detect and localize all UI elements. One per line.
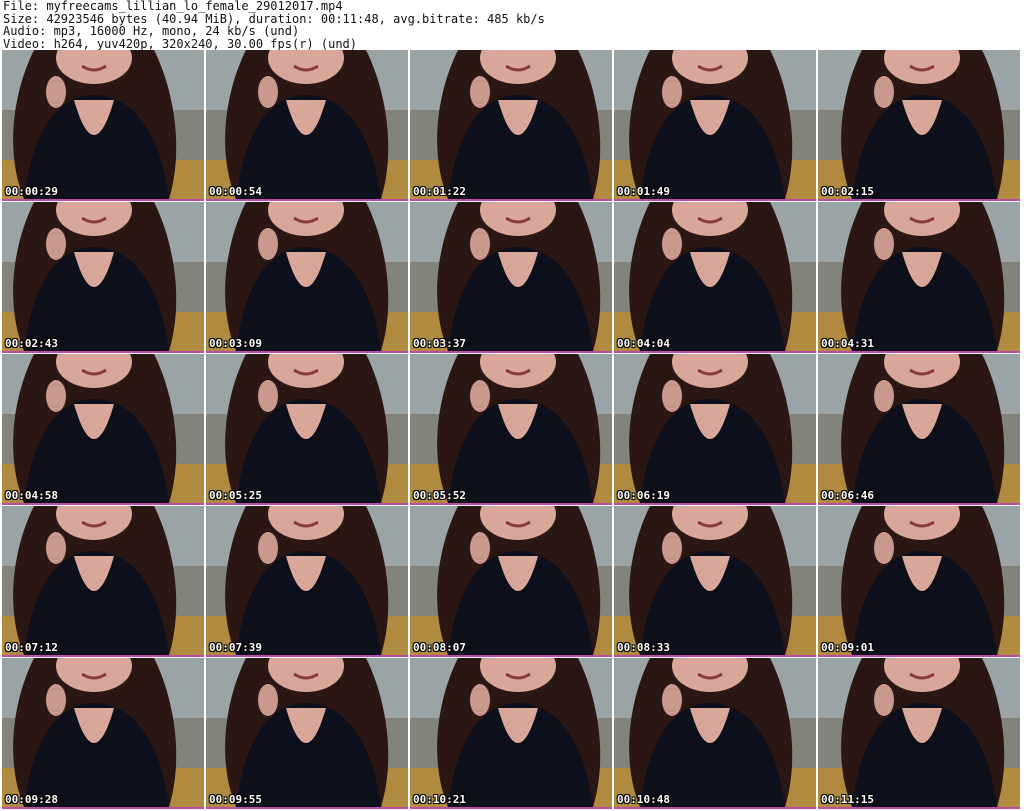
frame-image bbox=[818, 354, 1020, 503]
video-thumbnail[interactable]: 00:01:22 bbox=[410, 50, 612, 201]
timestamp-label: 00:06:46 bbox=[821, 489, 874, 502]
frame-image bbox=[410, 202, 612, 351]
video-thumbnail[interactable]: 00:05:52 bbox=[410, 354, 612, 505]
timestamp-label: 00:00:54 bbox=[209, 185, 262, 198]
timestamp-label: 00:08:33 bbox=[617, 641, 670, 654]
video-thumbnail[interactable]: 00:02:15 bbox=[818, 50, 1020, 201]
file-info-header: File: myfreecams_lillian_lo_female_29012… bbox=[3, 0, 1021, 50]
timestamp-label: 00:01:22 bbox=[413, 185, 466, 198]
frame-image bbox=[2, 354, 204, 503]
timestamp-label: 00:04:31 bbox=[821, 337, 874, 350]
video-thumbnail[interactable]: 00:11:15 bbox=[818, 658, 1020, 809]
video-thumbnail[interactable]: 00:09:01 bbox=[818, 506, 1020, 657]
frame-image bbox=[818, 202, 1020, 351]
video-thumbnail[interactable]: 00:06:19 bbox=[614, 354, 816, 505]
timestamp-label: 00:01:49 bbox=[617, 185, 670, 198]
timestamp-label: 00:00:29 bbox=[5, 185, 58, 198]
timestamp-label: 00:11:15 bbox=[821, 793, 874, 806]
frame-image bbox=[614, 506, 816, 655]
frame-image bbox=[410, 354, 612, 503]
frame-image bbox=[206, 50, 408, 199]
frame-image bbox=[614, 50, 816, 199]
thumbnail-grid: 00:00:29 00:00:54 00:01:22 00:01:49 00:02:15… bbox=[0, 50, 1024, 811]
frame-image bbox=[206, 506, 408, 655]
frame-image bbox=[2, 50, 204, 199]
frame-image bbox=[206, 354, 408, 503]
video-thumbnail[interactable]: 00:05:25 bbox=[206, 354, 408, 505]
frame-image bbox=[818, 658, 1020, 807]
timestamp-label: 00:09:01 bbox=[821, 641, 874, 654]
timestamp-label: 00:02:43 bbox=[5, 337, 58, 350]
timestamp-label: 00:04:04 bbox=[617, 337, 670, 350]
frame-image bbox=[614, 202, 816, 351]
video-thumbnail[interactable]: 00:08:07 bbox=[410, 506, 612, 657]
timestamp-label: 00:07:12 bbox=[5, 641, 58, 654]
frame-image bbox=[206, 658, 408, 807]
video-info-line: Video: h264, yuv420p, 320x240, 30.00 fps… bbox=[3, 36, 358, 51]
timestamp-label: 00:05:25 bbox=[209, 489, 262, 502]
frame-image bbox=[614, 354, 816, 503]
audio-info-line: Audio: mp3, 16000 Hz, mono, 24 kb/s (und… bbox=[3, 24, 300, 38]
video-thumbnail[interactable]: 00:04:31 bbox=[818, 202, 1020, 353]
video-thumbnail[interactable]: 00:07:12 bbox=[2, 506, 204, 657]
timestamp-label: 00:02:15 bbox=[821, 185, 874, 198]
frame-image bbox=[614, 658, 816, 807]
video-thumbnail[interactable]: 00:09:55 bbox=[206, 658, 408, 809]
timestamp-label: 00:10:48 bbox=[617, 793, 670, 806]
timestamp-label: 00:10:21 bbox=[413, 793, 466, 806]
timestamp-label: 00:03:09 bbox=[209, 337, 262, 350]
file-name-line: File: myfreecams_lillian_lo_female_29012… bbox=[3, 0, 343, 13]
timestamp-label: 00:04:58 bbox=[5, 489, 58, 502]
frame-image bbox=[2, 202, 204, 351]
timestamp-label: 00:09:55 bbox=[209, 793, 262, 806]
video-thumbnail[interactable]: 00:03:09 bbox=[206, 202, 408, 353]
video-thumbnail[interactable]: 00:08:33 bbox=[614, 506, 816, 657]
timestamp-label: 00:09:28 bbox=[5, 793, 58, 806]
timestamp-label: 00:05:52 bbox=[413, 489, 466, 502]
frame-image bbox=[818, 506, 1020, 655]
video-thumbnail[interactable]: 00:07:39 bbox=[206, 506, 408, 657]
frame-image bbox=[818, 50, 1020, 199]
timestamp-label: 00:07:39 bbox=[209, 641, 262, 654]
video-thumbnail[interactable]: 00:09:28 bbox=[2, 658, 204, 809]
timestamp-label: 00:08:07 bbox=[413, 641, 466, 654]
video-thumbnail[interactable]: 00:06:46 bbox=[818, 354, 1020, 505]
frame-image bbox=[206, 202, 408, 351]
frame-image bbox=[410, 658, 612, 807]
video-thumbnail[interactable]: 00:04:58 bbox=[2, 354, 204, 505]
frame-image bbox=[410, 506, 612, 655]
timestamp-label: 00:06:19 bbox=[617, 489, 670, 502]
frame-image bbox=[410, 50, 612, 199]
frame-image bbox=[2, 658, 204, 807]
video-thumbnail[interactable]: 00:03:37 bbox=[410, 202, 612, 353]
video-thumbnail[interactable]: 00:10:48 bbox=[614, 658, 816, 809]
frame-image bbox=[2, 506, 204, 655]
video-thumbnail[interactable]: 00:01:49 bbox=[614, 50, 816, 201]
timestamp-label: 00:03:37 bbox=[413, 337, 466, 350]
video-thumbnail[interactable]: 00:00:29 bbox=[2, 50, 204, 201]
video-thumbnail[interactable]: 00:10:21 bbox=[410, 658, 612, 809]
video-thumbnail[interactable]: 00:02:43 bbox=[2, 202, 204, 353]
video-thumbnail[interactable]: 00:00:54 bbox=[206, 50, 408, 201]
video-thumbnail[interactable]: 00:04:04 bbox=[614, 202, 816, 353]
